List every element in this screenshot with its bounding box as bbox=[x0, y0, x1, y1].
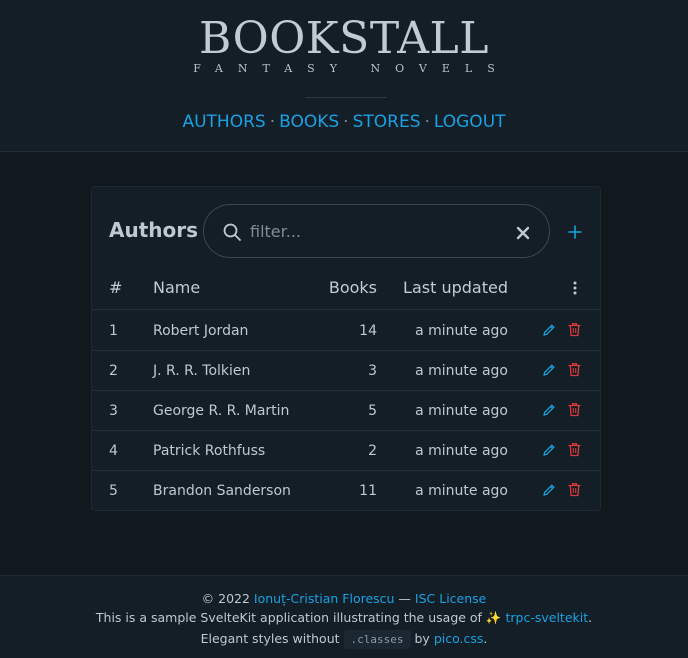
table-row[interactable]: 1 Robert Jordan 14 a minute ago bbox=[92, 311, 600, 351]
pencil-icon[interactable] bbox=[542, 323, 556, 337]
styles-suffix: . bbox=[483, 631, 488, 646]
nav-separator: · bbox=[424, 112, 430, 132]
col-updated-header[interactable]: Last updated bbox=[392, 268, 508, 308]
row-num: 4 bbox=[109, 443, 118, 459]
row-updated: a minute ago bbox=[415, 363, 508, 379]
footer-description: This is a sample SvelteKit application i… bbox=[0, 610, 688, 626]
author-link[interactable]: Ionuț-Cristian Florescu bbox=[254, 591, 395, 606]
by-text: by bbox=[414, 631, 434, 646]
plus-icon[interactable] bbox=[566, 223, 584, 241]
table-row[interactable]: 4 Patrick Rothfuss 2 a minute ago bbox=[92, 431, 600, 471]
table-row[interactable]: 5 Brandon Sanderson 11 a minute ago bbox=[92, 471, 600, 511]
row-num: 1 bbox=[109, 323, 118, 339]
trash-icon[interactable] bbox=[568, 402, 581, 417]
table-header: # Name Books Last updated bbox=[92, 268, 600, 310]
search-input[interactable] bbox=[250, 215, 500, 247]
site-footer: © 2022 Ionuț-Cristian Florescu — ISC Lic… bbox=[0, 575, 688, 658]
license-link[interactable]: ISC License bbox=[415, 591, 486, 606]
trash-icon[interactable] bbox=[568, 362, 581, 377]
row-updated: a minute ago bbox=[415, 323, 508, 339]
row-name: Patrick Rothfuss bbox=[153, 443, 266, 459]
row-name: George R. R. Martin bbox=[153, 403, 290, 419]
row-books: 3 bbox=[368, 363, 377, 379]
search-box bbox=[203, 204, 550, 258]
table-row[interactable]: 2 J. R. R. Tolkien 3 a minute ago bbox=[92, 351, 600, 391]
brand-title: BOOKSTALL bbox=[199, 13, 489, 64]
footer-styles: Elegant styles without .classes by pico.cs… bbox=[0, 630, 688, 649]
table-row[interactable]: 3 George R. R. Martin 5 a minute ago bbox=[92, 391, 600, 431]
main-nav: AUTHORS · BOOKS · STORES · LOGOUT bbox=[0, 111, 688, 133]
styles-text: Elegant styles without bbox=[200, 631, 340, 646]
pencil-icon[interactable] bbox=[542, 443, 556, 457]
row-books: 2 bbox=[368, 443, 377, 459]
pico-link[interactable]: pico.css bbox=[434, 631, 484, 646]
trash-icon[interactable] bbox=[568, 322, 581, 337]
header-divider bbox=[305, 97, 387, 98]
pencil-icon[interactable] bbox=[542, 403, 556, 417]
col-name-header[interactable]: Name bbox=[153, 268, 200, 308]
nav-books[interactable]: BOOKS bbox=[279, 112, 339, 132]
row-updated: a minute ago bbox=[415, 403, 508, 419]
description-text: This is a sample SvelteKit application i… bbox=[95, 610, 506, 625]
search-icon bbox=[223, 223, 241, 241]
card-title: Authors bbox=[109, 218, 199, 242]
kebab-menu-icon[interactable] bbox=[567, 280, 583, 296]
col-num-header[interactable]: # bbox=[109, 268, 122, 308]
row-name: J. R. R. Tolkien bbox=[153, 363, 251, 379]
dash-text: — bbox=[394, 591, 415, 606]
trash-icon[interactable] bbox=[568, 482, 581, 497]
pencil-icon[interactable] bbox=[542, 363, 556, 377]
site-header: BOOKSTALL FANTASY NOVELS AUTHORS · BOOKS · S… bbox=[0, 0, 688, 152]
footer-copyright: © 2022 Ionuț-Cristian Florescu — ISC Lic… bbox=[0, 591, 688, 606]
copyright-text: © 2022 bbox=[201, 591, 254, 606]
trpc-link[interactable]: trpc-sveltekit bbox=[505, 610, 588, 625]
pencil-icon[interactable] bbox=[542, 483, 556, 497]
nav-separator: · bbox=[343, 112, 349, 132]
close-icon[interactable] bbox=[515, 225, 531, 241]
row-num: 2 bbox=[109, 363, 118, 379]
row-name: Brandon Sanderson bbox=[153, 483, 291, 499]
row-name: Robert Jordan bbox=[153, 323, 249, 339]
row-books: 5 bbox=[368, 403, 377, 419]
row-num: 3 bbox=[109, 403, 118, 419]
classes-code: .classes bbox=[343, 630, 411, 649]
description-suffix: . bbox=[588, 610, 593, 625]
row-books: 14 bbox=[359, 323, 377, 339]
nav-stores[interactable]: STORES bbox=[353, 112, 421, 132]
nav-separator: · bbox=[269, 112, 276, 132]
authors-card: Authors # Name Books Last updated 1 Robe… bbox=[91, 186, 601, 511]
col-books-header[interactable]: Books bbox=[307, 268, 377, 308]
row-updated: a minute ago bbox=[415, 443, 508, 459]
row-num: 5 bbox=[109, 483, 118, 499]
brand-tagline: FANTASY NOVELS bbox=[193, 62, 510, 75]
nav-authors[interactable]: AUTHORS bbox=[182, 112, 265, 132]
nav-logout[interactable]: LOGOUT bbox=[434, 112, 506, 132]
trash-icon[interactable] bbox=[568, 442, 581, 457]
row-books: 11 bbox=[359, 483, 377, 499]
row-updated: a minute ago bbox=[415, 483, 508, 499]
